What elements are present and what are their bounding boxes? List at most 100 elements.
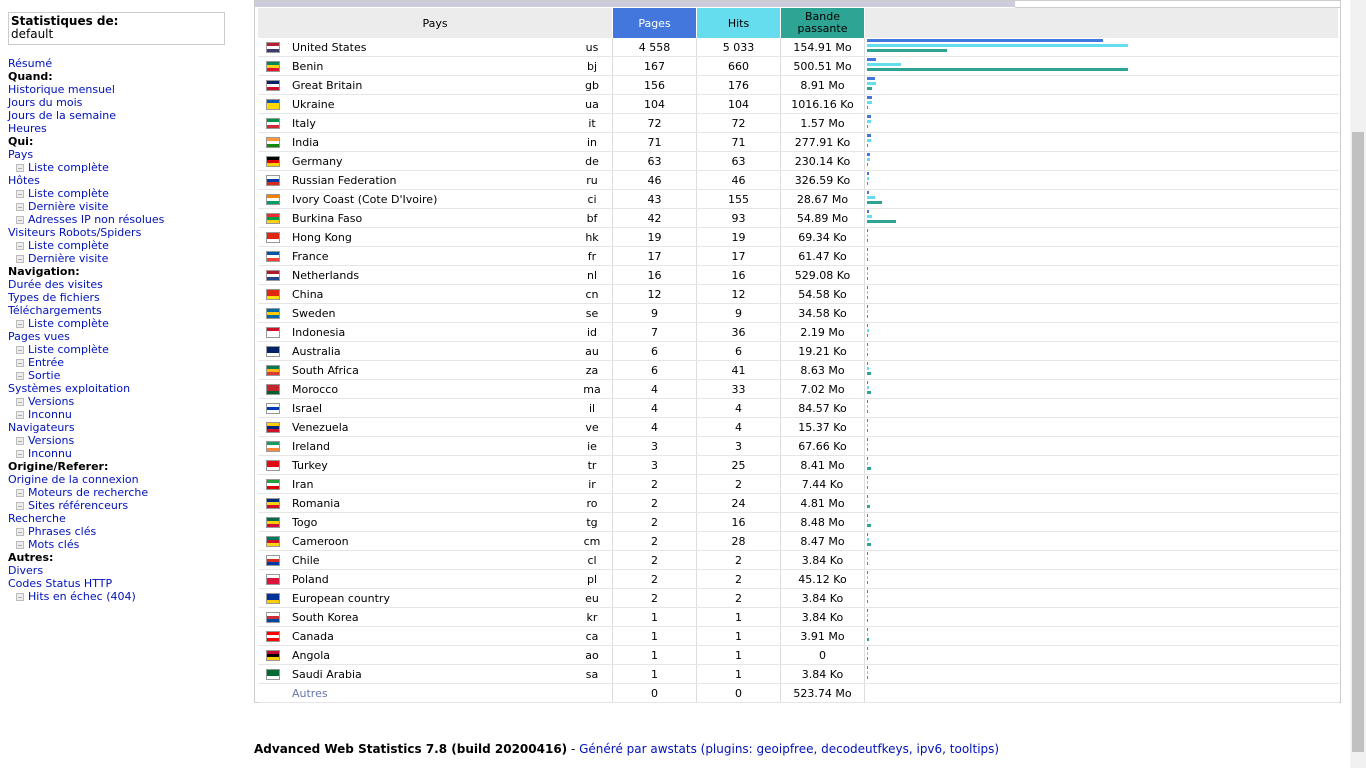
scrollbar-thumb[interactable] [1352, 132, 1364, 752]
other-link[interactable]: Autres [292, 687, 328, 700]
flag-icon [266, 137, 280, 148]
flag-icon [266, 232, 280, 243]
table-row: France fr 17 17 61.47 Ko [258, 246, 1339, 266]
bandwidth-value: 54.89 Mo [780, 208, 865, 228]
countries-table-container: Pays Pages Hits Bande passante United St… [254, 0, 1341, 703]
pages-bar [867, 666, 868, 669]
table-row: Indonesia id 7 36 2.19 Mo [258, 322, 1339, 342]
pages-bar [867, 419, 868, 422]
menu-divers[interactable]: Divers [8, 564, 43, 577]
menu-pages-sortie[interactable]: Sortie [28, 369, 60, 382]
menu-types-fichiers[interactable]: Types de fichiers [8, 291, 100, 304]
menu-telechargements-liste-complete[interactable]: Liste complète [28, 317, 109, 330]
pages-bar [867, 628, 868, 631]
bandwidth-value: 45.12 Ko [780, 569, 865, 589]
pages-bar [867, 457, 868, 460]
graph-cell [864, 246, 1339, 266]
graph-cell [864, 208, 1339, 228]
bandwidth-value: 61.47 Ko [780, 246, 865, 266]
hits-bar [867, 367, 869, 370]
menu-recherche[interactable]: Recherche [8, 512, 66, 525]
table-row: Netherlands nl 16 16 529.08 Ko [258, 265, 1339, 285]
flag-cell [258, 512, 288, 532]
menu-hotes-ip-non-resolues[interactable]: Adresses IP non résolues [28, 213, 164, 226]
hits-value: 36 [696, 322, 781, 342]
hits-value: 4 [696, 398, 781, 418]
menu-line: Inconnu [8, 408, 231, 421]
flag-cell [258, 588, 288, 608]
menu-pages-vues[interactable]: Pages vues [8, 330, 70, 343]
country-code: ve [572, 417, 613, 437]
pages-value: 156 [612, 75, 697, 95]
menu-line: Résumé [8, 57, 231, 70]
menu-navigateurs-inconnu[interactable]: Inconnu [28, 447, 72, 460]
country-code: de [572, 151, 613, 171]
hits-bar [867, 329, 869, 332]
menu-systemes-versions[interactable]: Versions [28, 395, 74, 408]
menu-line: Inconnu [8, 447, 231, 460]
country-code: ua [572, 94, 613, 114]
menu-robots[interactable]: Visiteurs Robots/Spiders [8, 226, 141, 239]
pages-bar [867, 381, 868, 384]
pages-bar [867, 343, 868, 346]
pages-bar [867, 400, 868, 403]
footer-link[interactable]: Généré par awstats (plugins: geoipfree, … [579, 742, 999, 756]
menu-resume[interactable]: Résumé [8, 57, 52, 70]
menu-duree-visites[interactable]: Durée des visites [8, 278, 103, 291]
graph-cell [864, 227, 1339, 247]
menu-pays[interactable]: Pays [8, 148, 33, 161]
menu-heures[interactable]: Heures [8, 122, 47, 135]
pages-value: 2 [612, 588, 697, 608]
vertical-scrollbar[interactable] [1350, 0, 1366, 768]
submenu-icon [16, 164, 24, 172]
bandwidth-value: 4.81 Mo [780, 493, 865, 513]
menu-hotes[interactable]: Hôtes [8, 174, 40, 187]
hits-bar [867, 671, 868, 674]
menu-historique-mensuel[interactable]: Historique mensuel [8, 83, 115, 96]
menu-pays-liste-complete[interactable]: Liste complète [28, 161, 109, 174]
menu-origine-connexion[interactable]: Origine de la connexion [8, 473, 139, 486]
menu-pages-liste-complete[interactable]: Liste complète [28, 343, 109, 356]
flag-cell [258, 284, 288, 304]
menu-jours-de-la-semaine[interactable]: Jours de la semaine [8, 109, 116, 122]
footer: Advanced Web Statistics 7.8 (build 20200… [254, 742, 999, 756]
menu-telechargements[interactable]: Téléchargements [8, 304, 102, 317]
menu-systemes-inconnu[interactable]: Inconnu [28, 408, 72, 421]
hits-bar [867, 538, 869, 541]
menu-sites-referenceurs[interactable]: Sites référenceurs [28, 499, 128, 512]
country-name: Canada [288, 626, 572, 646]
submenu-icon [16, 255, 24, 263]
menu-pages-entree[interactable]: Entrée [28, 356, 64, 369]
menu-mots-cles[interactable]: Mots clés [28, 538, 79, 551]
country-name: Saudi Arabia [288, 664, 572, 684]
menu-jours-du-mois[interactable]: Jours du mois [8, 96, 82, 109]
menu-robots-derniere-visite[interactable]: Dernière visite [28, 252, 108, 265]
flag-icon [266, 327, 280, 338]
menu-systemes[interactable]: Systèmes exploitation [8, 382, 130, 395]
menu-navigateurs[interactable]: Navigateurs [8, 421, 75, 434]
menu-codes-status[interactable]: Codes Status HTTP [8, 577, 112, 590]
flag-cell [258, 94, 288, 114]
menu-phrases-cles[interactable]: Phrases clés [28, 525, 96, 538]
flag-icon [266, 631, 280, 642]
menu-navigateurs-versions[interactable]: Versions [28, 434, 74, 447]
hits-bar [867, 196, 875, 199]
menu-robots-liste-complete[interactable]: Liste complète [28, 239, 109, 252]
menu-line: Sites référenceurs [8, 499, 231, 512]
menu-hits-echec[interactable]: Hits en échec (404) [28, 590, 136, 603]
hits-bar [867, 576, 868, 579]
country-name: Iran [288, 474, 572, 494]
graph-cell [864, 588, 1339, 608]
menu-hotes-derniere-visite[interactable]: Dernière visite [28, 200, 108, 213]
menu-line: Entrée [8, 356, 231, 369]
hits-bar [867, 120, 871, 123]
menu-line: Heures [8, 122, 231, 135]
column-header-hits: Hits [696, 8, 781, 38]
graph-cell [864, 683, 1339, 703]
hits-bar [867, 614, 868, 617]
country-code: fr [572, 246, 613, 266]
hits-value: 71 [696, 132, 781, 152]
menu-hotes-liste-complete[interactable]: Liste complète [28, 187, 109, 200]
menu-moteurs-recherche[interactable]: Moteurs de recherche [28, 486, 148, 499]
bandwidth-bar [867, 467, 871, 470]
